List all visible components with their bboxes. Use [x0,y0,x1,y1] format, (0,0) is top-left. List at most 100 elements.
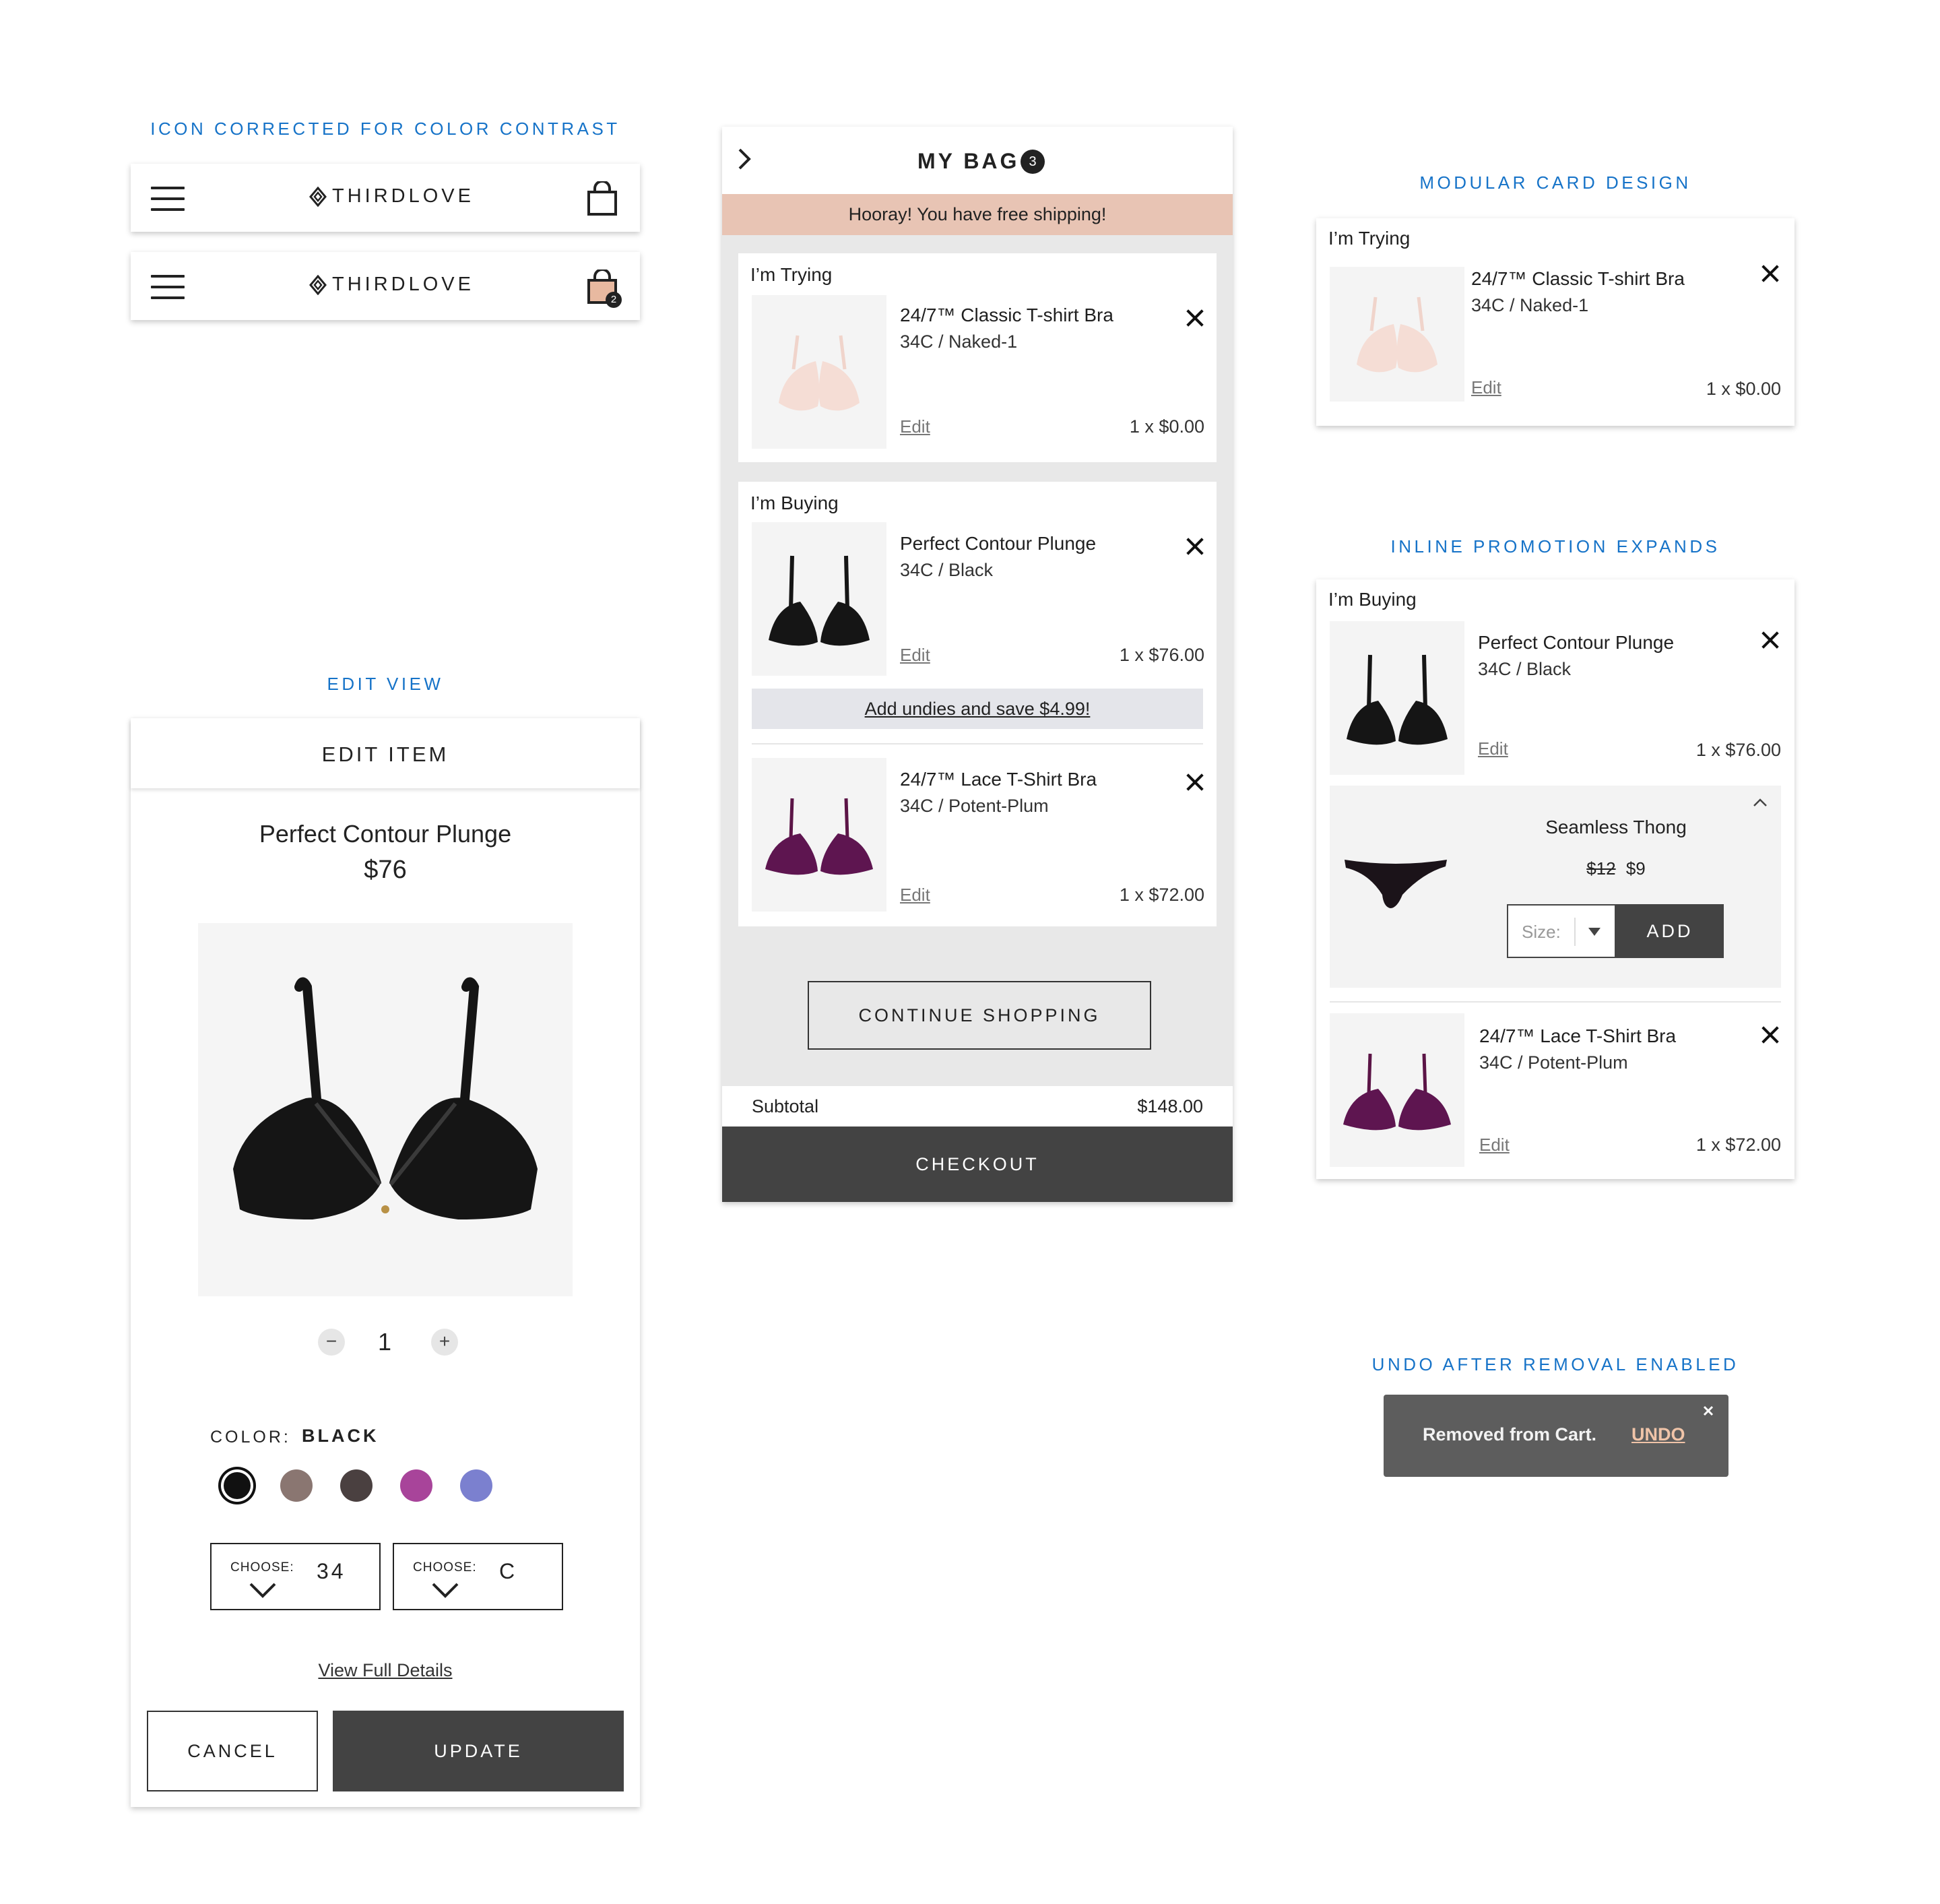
quantity-decrease-button[interactable]: − [318,1329,345,1356]
edit-link[interactable]: Edit [900,645,930,666]
my-bag-panel: MY BAG 3 Hooray! You have free shipping!… [722,127,1233,1202]
band-size-value: 34 [317,1559,346,1583]
chevron-down-icon [432,1583,459,1598]
quantity-value: 1 [377,1328,392,1356]
upsell-link[interactable]: Add undies and save $4.99! [865,699,1091,719]
modular-trying-card: I’m Trying 24/7™ Classic T-shirt Bra 34C… [1316,218,1795,426]
lace-product-name: 24/7™ Lace T-Shirt Bra [900,769,1097,790]
brand-name: THIRDLOVE [332,274,474,295]
caption-icon-contrast: ICON CORRECTED FOR COLOR CONTRAST [150,119,620,139]
trying-product-price: 1 x $0.00 [1129,416,1204,437]
promo-expanded-panel: Seamless Thong $12 $9 Size: ADD [1330,786,1781,988]
trying-heading: I’m Trying [750,264,833,285]
toast-message: Removed from Cart. [1423,1424,1597,1445]
trying-product-name: 24/7™ Classic T-shirt Bra [1471,268,1685,289]
lace-product-price: 1 x $72.00 [1695,1135,1781,1155]
lace-product-variant: 34C / Potent-Plum [1479,1052,1628,1073]
promo-add-button[interactable]: ADD [1616,904,1724,958]
shopping-bag-filled-icon[interactable]: 2 [585,269,626,310]
continue-shopping-button[interactable]: CONTINUE SHOPPING [808,981,1151,1050]
edit-link[interactable]: Edit [1479,1135,1510,1155]
band-size-select[interactable]: CHOOSE: 34 [210,1543,381,1610]
undo-toast: Removed from Cart. UNDO [1384,1395,1728,1477]
cup-size-value: C [499,1559,518,1583]
view-full-details-link[interactable]: View Full Details [131,1660,640,1681]
brand-logo[interactable]: THIRDLOVE [309,185,474,208]
close-icon[interactable] [1703,1405,1714,1416]
edit-product-name: Perfect Contour Plunge [259,820,512,848]
hamburger-menu-icon[interactable] [151,275,185,299]
edit-link[interactable]: Edit [1471,377,1501,398]
color-label: COLOR: [210,1428,291,1447]
lace-product-variant: 34C / Potent-Plum [900,796,1049,816]
diamond-logo-icon [309,186,327,207]
hamburger-menu-icon[interactable] [151,187,185,211]
inline-promotion-card: I’m Buying Perfect Contour Plunge 34C / … [1316,579,1795,1179]
edit-link[interactable]: Edit [900,885,930,906]
bag-count-badge: 2 [606,292,622,308]
plunge-product-image [1330,621,1464,775]
cup-size-select[interactable]: CHOOSE: C [393,1543,563,1610]
divider [752,743,1203,744]
remove-item-button[interactable] [1761,631,1780,649]
upsell-banner[interactable]: Add undies and save $4.99! [752,689,1203,729]
promo-size-placeholder: Size: [1522,922,1561,942]
remove-item-button[interactable] [1186,537,1204,556]
lace-product-price: 1 x $72.00 [1119,885,1204,905]
band-size-label: CHOOSE: [230,1560,294,1575]
remove-item-button[interactable] [1186,309,1204,327]
edit-link[interactable]: Edit [1478,738,1508,759]
free-shipping-banner: Hooray! You have free shipping! [722,194,1233,235]
promo-new-price: $9 [1625,858,1646,879]
plunge-product-price: 1 x $76.00 [1695,740,1781,760]
trying-product-variant: 34C / Naked-1 [1471,295,1589,315]
chevron-up-icon[interactable] [1753,798,1768,807]
checkout-button[interactable]: CHECKOUT [722,1126,1233,1202]
buying-heading: I’m Buying [1328,589,1417,610]
promo-size-select[interactable]: Size: [1507,904,1616,958]
bag-title: MY BAG [917,149,1020,173]
plunge-product-price: 1 x $76.00 [1119,645,1204,665]
buying-heading: I’m Buying [750,493,839,513]
edit-item-panel: EDIT ITEM Perfect Contour Plunge $76 − 1… [131,718,640,1807]
brand-logo[interactable]: THIRDLOVE [309,274,474,296]
shopping-bag-icon[interactable] [585,180,619,216]
brand-name: THIRDLOVE [332,185,474,207]
swatch-black[interactable] [221,1469,253,1502]
update-button[interactable]: UPDATE [333,1711,624,1791]
plunge-product-image [752,522,886,676]
site-header-with-count: THIRDLOVE 2 [131,252,640,320]
plunge-product-variant: 34C / Black [1478,659,1572,679]
swatch-plum[interactable] [400,1469,432,1502]
edit-link[interactable]: Edit [900,416,930,437]
edit-title: EDIT ITEM [321,742,449,766]
remove-item-button[interactable] [1761,264,1780,283]
promo-price: $12 $9 [1498,858,1734,879]
site-header: THIRDLOVE [131,164,640,232]
lace-product-image [1330,1013,1464,1167]
trying-product-image [752,295,886,449]
subtotal-row: Subtotal $148.00 [722,1086,1233,1126]
swatch-periwinkle[interactable] [460,1469,492,1502]
chevron-down-icon [249,1583,276,1598]
bag-count-badge: 3 [1021,150,1045,174]
lace-product-name: 24/7™ Lace T-Shirt Bra [1479,1025,1677,1046]
trying-product-price: 1 x $0.00 [1706,379,1781,399]
quantity-increase-button[interactable]: + [431,1329,458,1356]
swatch-espresso[interactable] [340,1469,373,1502]
thong-product-image [1345,860,1447,908]
trying-heading: I’m Trying [1328,228,1411,249]
edit-product-image [198,923,573,1296]
remove-item-button[interactable] [1186,773,1204,792]
cup-size-label: CHOOSE: [413,1560,477,1575]
swatch-taupe[interactable] [280,1469,313,1502]
remove-item-button[interactable] [1761,1025,1780,1044]
trying-section: I’m Trying 24/7™ Classic T-shirt Bra 34C… [738,253,1217,462]
undo-link[interactable]: UNDO [1631,1424,1685,1445]
subtotal-label: Subtotal [752,1096,819,1116]
cancel-button[interactable]: CANCEL [147,1711,318,1791]
plunge-product-name: Perfect Contour Plunge [900,533,1097,554]
buying-section: I’m Buying Perfect Contour Plunge 34C / … [738,482,1217,926]
promo-product-name: Seamless Thong [1545,817,1687,837]
chevron-right-icon[interactable] [737,147,753,171]
